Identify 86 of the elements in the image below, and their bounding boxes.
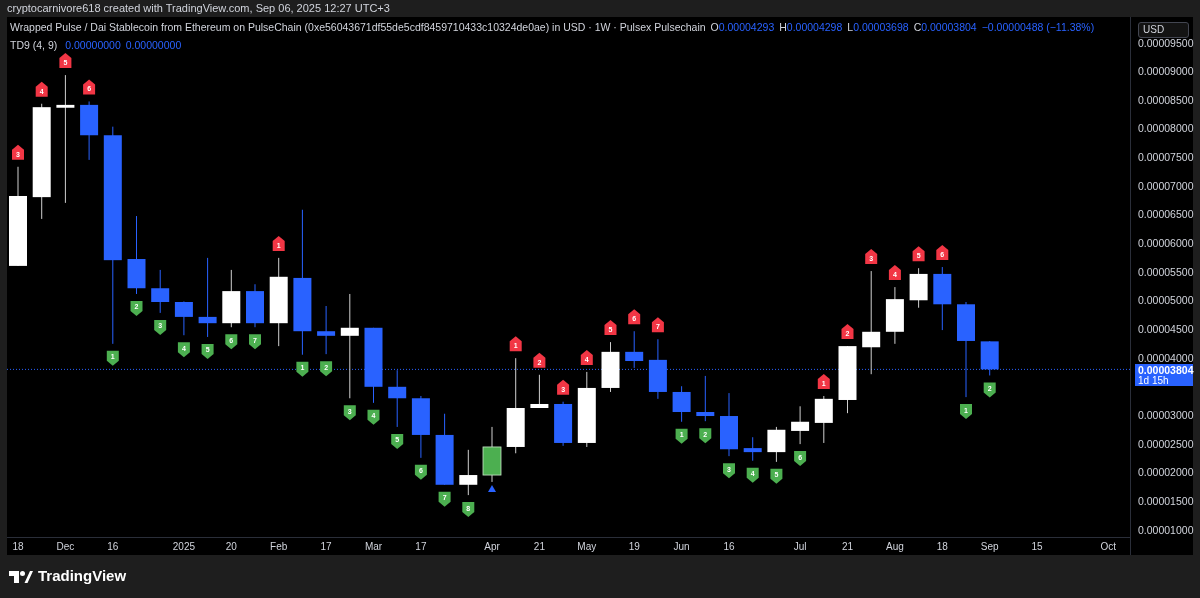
candle bbox=[411, 395, 430, 458]
ohlc-label: L bbox=[847, 20, 854, 35]
candle bbox=[909, 268, 928, 308]
price-tick-label: 0.00006000 bbox=[1138, 238, 1194, 250]
price-tick-label: 0.00007000 bbox=[1138, 180, 1194, 192]
triangle-up-icon bbox=[488, 484, 496, 492]
price-tick-label: 0.00007500 bbox=[1138, 152, 1194, 164]
price-tick-label: 0.00003000 bbox=[1138, 409, 1194, 421]
time-tick-label: May bbox=[577, 541, 597, 553]
candle bbox=[885, 287, 904, 344]
candle bbox=[720, 393, 738, 457]
ohlc-label: O bbox=[710, 20, 719, 35]
time-tick-label: 2025 bbox=[172, 541, 195, 553]
price-tick-label: 0.00002500 bbox=[1138, 438, 1194, 450]
ohlc-label: C bbox=[913, 20, 922, 35]
time-tick-label: 17 bbox=[320, 541, 332, 553]
candle bbox=[743, 437, 762, 461]
price-tick-label: 0.00009500 bbox=[1138, 37, 1194, 49]
price-tick-label: 0.00005000 bbox=[1138, 295, 1194, 307]
time-tick-label: Aug bbox=[886, 541, 904, 553]
candle bbox=[530, 374, 549, 408]
ohlc-label: H bbox=[779, 20, 787, 35]
currency-button[interactable]: USD bbox=[1138, 22, 1189, 38]
time-tick-label: Jun bbox=[673, 541, 690, 553]
candle bbox=[980, 341, 999, 376]
time-tick-label: 15 bbox=[1031, 541, 1043, 553]
time-tick-label: 18 bbox=[12, 541, 24, 553]
candle bbox=[459, 449, 478, 496]
price-tick-label: 0.00008000 bbox=[1138, 123, 1194, 135]
brand-name: TradingView bbox=[38, 566, 127, 587]
time-tick-label: 18 bbox=[936, 541, 948, 553]
price-tick-label: 0.00001500 bbox=[1138, 495, 1194, 507]
candle bbox=[648, 339, 667, 399]
time-tick-label: Oct bbox=[1100, 541, 1116, 553]
time-tick-label: Jul bbox=[793, 541, 807, 553]
countdown-text: 1d 15h bbox=[1138, 375, 1170, 386]
candle bbox=[838, 346, 857, 414]
time-tick-label: 16 bbox=[723, 541, 735, 553]
candle bbox=[482, 426, 502, 482]
time-tick-label: 20 bbox=[225, 541, 237, 553]
candle bbox=[791, 406, 810, 445]
time-tick-label: 21 bbox=[533, 541, 545, 553]
time-tick-label: 19 bbox=[628, 541, 640, 553]
logo-icon bbox=[9, 570, 33, 583]
time-tick-label: Mar bbox=[364, 541, 383, 553]
price-tick-label: 0.00001000 bbox=[1138, 524, 1194, 536]
price-tick-label: 0.00008500 bbox=[1138, 94, 1194, 106]
ohlc-value: 0.00003698 bbox=[853, 20, 909, 35]
price-tick-label: 0.00005500 bbox=[1138, 266, 1194, 278]
price-tick-label: 0.00006500 bbox=[1138, 209, 1194, 221]
price-tick-label: 0.00004500 bbox=[1138, 324, 1194, 335]
candle bbox=[554, 401, 573, 446]
candle bbox=[672, 386, 691, 422]
time-tick-label: Feb bbox=[270, 541, 288, 553]
candle bbox=[80, 101, 99, 160]
candle bbox=[814, 395, 833, 443]
time-tick-label: Dec bbox=[56, 541, 75, 553]
change-value: −0.00000488 (−11.38%) bbox=[981, 20, 1095, 35]
candle bbox=[767, 426, 786, 462]
candle bbox=[435, 413, 454, 485]
candle bbox=[317, 306, 336, 355]
candle bbox=[601, 342, 620, 392]
ohlc-value: 0.00004298 bbox=[786, 20, 843, 35]
time-tick-label: 21 bbox=[841, 541, 854, 553]
ohlc-value: 0.00003804 bbox=[921, 20, 977, 35]
candle bbox=[388, 370, 407, 427]
candle bbox=[222, 269, 241, 328]
indicator-value: 0.00000000 bbox=[125, 37, 182, 53]
ohlc-value: 0.00004293 bbox=[718, 20, 775, 35]
price-tick-label: 0.00004000 bbox=[1138, 352, 1194, 364]
time-tick-label: Sep bbox=[980, 541, 999, 553]
candle bbox=[933, 267, 952, 331]
time-tick-label: Apr bbox=[484, 541, 500, 553]
candle bbox=[696, 375, 715, 422]
time-tick-label: 16 bbox=[107, 541, 119, 553]
candle bbox=[625, 331, 644, 368]
time-tick-label: 17 bbox=[415, 541, 427, 553]
snapshot-caption: cryptocarnivore618 created with TradingView.com, Sep 06, 2025 12:27 UTC+3 bbox=[7, 1, 390, 17]
symbol-title: Wrapped Pulse / Dai Stablecoin from Ethereum on PulseChain (0xe56043671df55de5cdf8459710433c10324de0ae) in USD · 1W · Pulsex Pulsechain bbox=[10, 20, 706, 35]
candle bbox=[246, 284, 264, 328]
indicator-value: 0.00000000 bbox=[65, 37, 121, 53]
candle bbox=[151, 269, 170, 313]
price-tick-label: 0.00009000 bbox=[1138, 66, 1194, 78]
candle bbox=[174, 301, 193, 336]
price-tick-label: 0.00002000 bbox=[1138, 467, 1194, 479]
indicator-name: TD9 (4, 9) bbox=[10, 37, 58, 53]
